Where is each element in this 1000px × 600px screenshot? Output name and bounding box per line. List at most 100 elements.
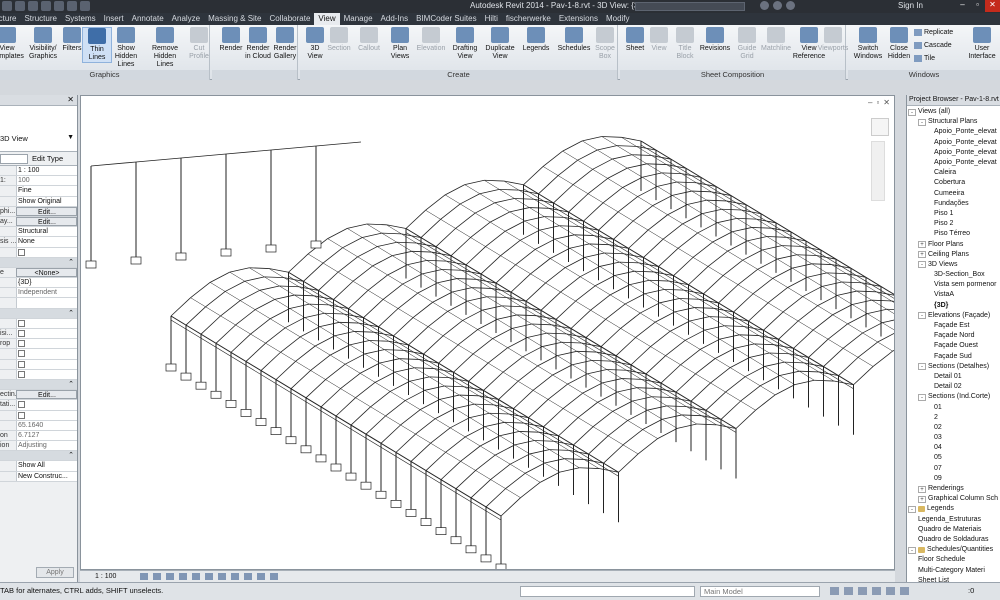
property-section-header[interactable]: ⌃ — [0, 451, 77, 462]
browser-view-item[interactable]: 05 — [907, 453, 1000, 463]
shadows-icon[interactable] — [179, 573, 187, 580]
selection-filter-count[interactable]: :0 — [968, 586, 974, 595]
tile-button[interactable]: Tile — [914, 55, 935, 62]
property-value[interactable] — [16, 349, 77, 359]
browser-view-item[interactable]: Piso Térreo — [907, 229, 1000, 239]
plan-views-button[interactable]: Plan Views — [385, 27, 415, 61]
property-value[interactable]: New Construc... — [16, 471, 77, 481]
browser-view-item[interactable]: Multi-Category Materi — [907, 565, 1000, 575]
browser-group-node[interactable]: -3D Views — [907, 260, 1000, 270]
collapse-icon[interactable]: - — [908, 108, 916, 116]
tab-insert[interactable]: Insert — [100, 13, 128, 25]
property-value[interactable] — [16, 410, 77, 420]
browser-group-node[interactable]: - Views (all) — [907, 107, 1000, 117]
property-edit-button[interactable]: Edit... — [16, 206, 77, 216]
render-icon[interactable] — [192, 573, 200, 580]
browser-view-item[interactable]: 01 — [907, 402, 1000, 412]
drag-elements-icon[interactable] — [900, 587, 909, 595]
browser-view-item[interactable]: Quadro de Soldaduras — [907, 535, 1000, 545]
browser-view-item[interactable]: Apoio_Ponte_elevat — [907, 158, 1000, 168]
browser-view-item[interactable]: 02 — [907, 423, 1000, 433]
collapse-icon[interactable]: - — [918, 261, 926, 269]
browser-view-item[interactable]: Detail 02 — [907, 382, 1000, 392]
property-checkbox[interactable] — [18, 370, 25, 378]
property-value[interactable]: Structural — [16, 227, 77, 237]
user-interface-button[interactable]: User Interface — [966, 27, 998, 61]
property-value[interactable] — [16, 318, 77, 328]
tab-extensions[interactable]: Extensions — [555, 13, 602, 25]
visibility-graphics-button[interactable]: Visibility/Graphics — [28, 27, 58, 61]
revisions-button[interactable]: Revisions — [698, 27, 732, 53]
browser-view-item[interactable]: 09 — [907, 474, 1000, 484]
show-hidden-lines-button[interactable]: Show Hidden Lines — [108, 27, 144, 69]
tab-fischerwerke[interactable]: fischerwerke — [502, 13, 555, 25]
browser-view-item[interactable]: Caleira — [907, 168, 1000, 178]
editable-only-icon[interactable] — [830, 587, 839, 595]
property-value[interactable]: Fine — [16, 186, 77, 196]
expand-icon[interactable]: + — [918, 241, 926, 249]
viewcube-icon[interactable] — [871, 118, 889, 136]
property-checkbox[interactable] — [18, 350, 25, 358]
tab-structure[interactable]: Structure — [20, 13, 60, 25]
show-crop-icon[interactable] — [218, 573, 226, 580]
property-value[interactable]: Show All — [16, 461, 77, 471]
browser-view-item[interactable]: 04 — [907, 443, 1000, 453]
browser-view-item[interactable]: Façade Ouest — [907, 341, 1000, 351]
browser-view-item[interactable]: Façade Est — [907, 321, 1000, 331]
open-icon[interactable] — [2, 1, 12, 11]
collapse-icon[interactable]: - — [918, 393, 926, 401]
3d-view-canvas[interactable]: – ▫ ✕ — [80, 95, 895, 570]
scope-box-button[interactable]: Scope Box — [592, 27, 618, 61]
property-value[interactable] — [16, 247, 77, 257]
browser-view-item[interactable]: 07 — [907, 464, 1000, 474]
visual-style-icon[interactable] — [153, 573, 161, 580]
browser-group-node[interactable]: + Floor Plans — [907, 239, 1000, 249]
minimize-button[interactable]: – — [955, 0, 970, 12]
view-scale[interactable]: 1 : 100 — [95, 571, 116, 582]
browser-view-item[interactable]: VistaA — [907, 290, 1000, 300]
tab-systems[interactable]: Systems — [61, 13, 100, 25]
tab-analyze[interactable]: Analyze — [168, 13, 204, 25]
property-edit-button[interactable]: <None> — [16, 267, 77, 278]
tab-tecture[interactable]: tecture — [0, 13, 20, 25]
browser-group-node[interactable]: - Sections (Ind.Corte) — [907, 392, 1000, 402]
type-selector[interactable]: 3D View ▼ — [0, 106, 77, 152]
browser-view-item[interactable]: Piso 2 — [907, 219, 1000, 229]
select-underlay-icon[interactable] — [858, 587, 867, 595]
crop-view-icon[interactable] — [205, 573, 213, 580]
browser-view-item[interactable]: 3D-Section_Box — [907, 270, 1000, 280]
browser-group-node[interactable]: + Renderings — [907, 484, 1000, 494]
search-input[interactable] — [635, 2, 745, 11]
detail-level-icon[interactable] — [140, 573, 148, 580]
browser-view-item[interactable]: Apoio_Ponte_elevat — [907, 148, 1000, 158]
tab-annotate[interactable]: Annotate — [128, 13, 168, 25]
property-value[interactable]: None — [16, 237, 77, 247]
cut-profile-button[interactable]: Cut Profile — [186, 27, 212, 61]
browser-view-item[interactable]: Floor Schedule — [907, 555, 1000, 565]
property-checkbox[interactable] — [18, 248, 25, 256]
property-edit-button[interactable]: Edit... — [16, 390, 77, 400]
quick-access-toolbar[interactable] — [2, 1, 90, 12]
viewports-button[interactable]: Viewports — [816, 27, 850, 53]
close-hidden-button[interactable]: Close Hidden — [884, 27, 914, 61]
subscription-icon[interactable] — [773, 1, 782, 10]
sun-path-icon[interactable] — [166, 573, 174, 580]
duplicate-view-button[interactable]: Duplicate View — [483, 27, 517, 61]
browser-view-item[interactable]: Detail 01 — [907, 372, 1000, 382]
browser-group-node[interactable]: - Sections (Detalhes) — [907, 362, 1000, 372]
star-icon[interactable] — [786, 1, 795, 10]
view-templates-button[interactable]: ViewTemplates — [0, 27, 24, 61]
property-checkbox[interactable] — [18, 330, 25, 337]
browser-view-item[interactable]: Cobertura — [907, 178, 1000, 188]
close-view-icon[interactable]: ✕ — [883, 98, 890, 107]
3d-view-icon[interactable] — [80, 1, 90, 11]
tab-add-ins[interactable]: Add-Ins — [377, 13, 413, 25]
property-checkbox[interactable] — [18, 411, 25, 419]
legends-button[interactable]: Legends — [521, 27, 551, 53]
property-checkbox[interactable] — [18, 401, 25, 409]
close-icon[interactable]: ✕ — [67, 95, 74, 104]
edit-type-button[interactable]: Edit Type — [32, 154, 63, 163]
browser-view-item[interactable]: Apoio_Ponte_elevat — [907, 127, 1000, 137]
property-checkbox[interactable] — [18, 340, 25, 348]
close-button[interactable]: ✕ — [985, 0, 1000, 12]
